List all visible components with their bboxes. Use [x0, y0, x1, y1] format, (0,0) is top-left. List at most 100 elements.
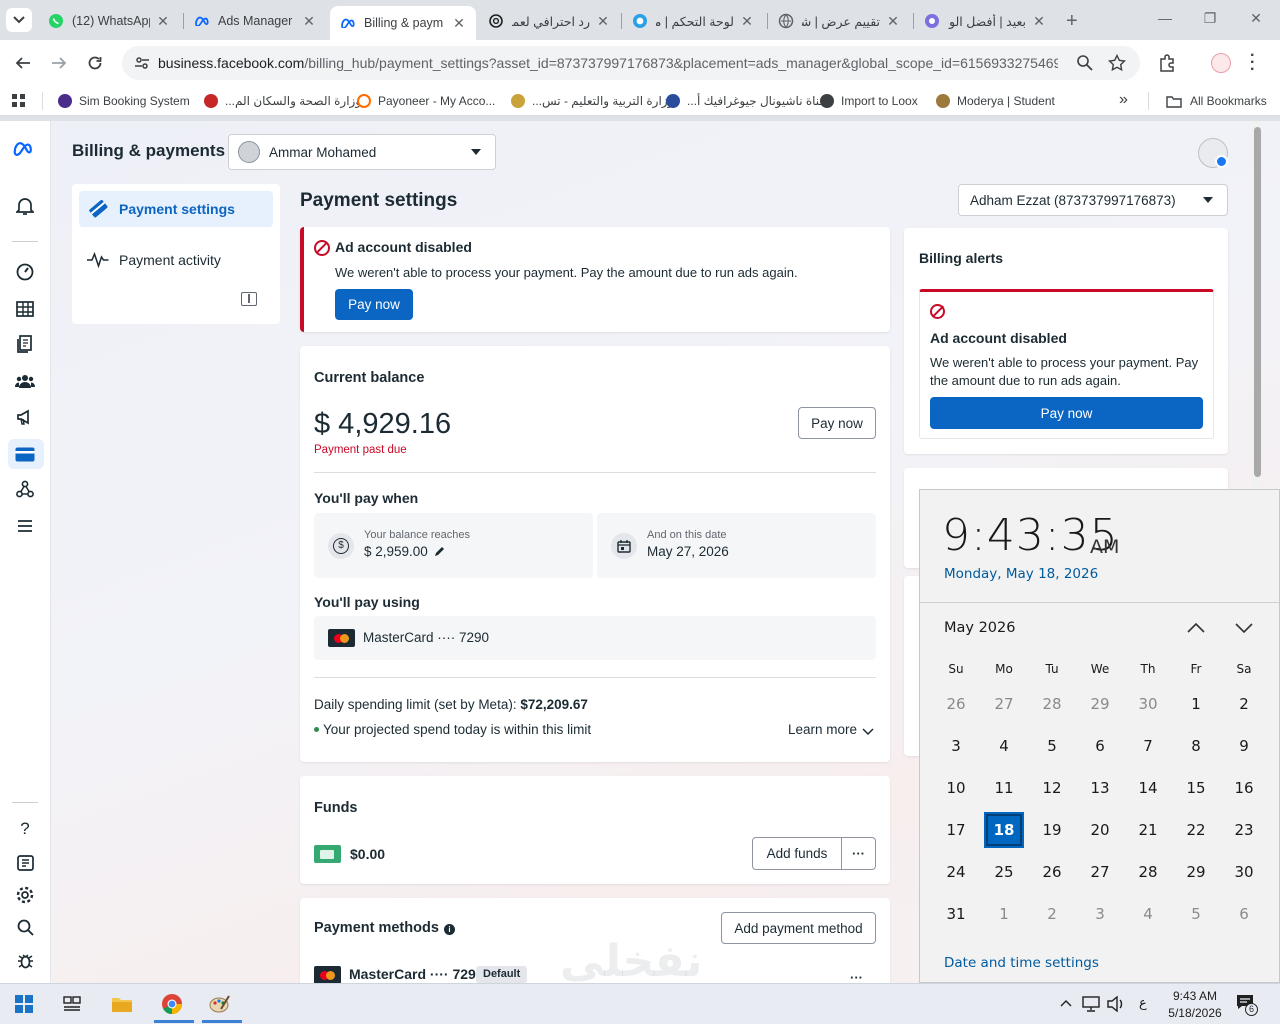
tab-jobs[interactable]: بعيد | أفضل الوظا ✕ [914, 6, 1056, 36]
calendar-day[interactable]: 20 [1080, 812, 1120, 848]
close-icon[interactable]: ✕ [886, 13, 900, 30]
calendar-day[interactable]: 29 [1176, 854, 1216, 890]
calendar-day[interactable]: 5 [1032, 728, 1072, 764]
calendar-day[interactable]: 2 [1032, 896, 1072, 932]
calendar-day[interactable]: 23 [1224, 812, 1264, 848]
minimize-button[interactable]: — [1155, 10, 1175, 26]
billing-card-icon[interactable] [14, 443, 36, 465]
calendar-day[interactable]: 9 [1224, 728, 1264, 764]
taskbar-clock[interactable]: 9:43 AM 5/18/2026 [1167, 988, 1223, 1022]
calendar-day[interactable]: 6 [1080, 728, 1120, 764]
balance-pay-now-button[interactable]: Pay now [798, 407, 876, 439]
learn-more-link[interactable]: Learn more [788, 722, 857, 737]
calendar-day[interactable]: 13 [1080, 770, 1120, 806]
settings-gear-icon[interactable] [14, 884, 36, 906]
chevron-down-icon[interactable] [862, 728, 874, 736]
calendar-day[interactable]: 8 [1176, 728, 1216, 764]
add-funds-button[interactable]: Add funds [753, 838, 842, 869]
calendar-day[interactable]: 24 [936, 854, 976, 890]
scrollbar-thumb[interactable] [1254, 127, 1261, 477]
volume-icon[interactable] [1107, 996, 1125, 1012]
calendar-day[interactable]: 28 [1032, 686, 1072, 722]
calendar-day[interactable]: 15 [1176, 770, 1216, 806]
funds-more-button[interactable]: ··· [842, 838, 875, 869]
apps-grid-icon[interactable] [12, 94, 26, 108]
audience-people-icon[interactable] [14, 370, 36, 392]
calendar-day[interactable]: 10 [936, 770, 976, 806]
calendar-day[interactable]: 30 [1128, 686, 1168, 722]
tab-search-button[interactable] [6, 8, 32, 32]
dashboard-gauge-icon[interactable] [14, 261, 36, 283]
business-account-selector[interactable]: Ammar Mohamed [228, 134, 496, 170]
start-button[interactable] [6, 988, 42, 1020]
clock-date-link[interactable]: Monday, May 18, 2026 [944, 566, 1098, 582]
method-more-button[interactable]: ··· [850, 970, 863, 983]
bookmark-item[interactable]: Payoneer - My Acco... [357, 92, 495, 110]
notifications-icon[interactable] [14, 195, 36, 217]
calendar-day[interactable]: 7 [1128, 728, 1168, 764]
tab-chatgpt[interactable]: رد احترافي لعميل ✕ [478, 6, 620, 36]
calendar-day[interactable]: 2 [1224, 686, 1264, 722]
paint-taskbar-button[interactable] [202, 988, 242, 1023]
calendar-day[interactable]: 17 [936, 812, 976, 848]
profile-button[interactable] [1211, 53, 1231, 73]
report-bug-icon[interactable] [14, 949, 36, 971]
chevron-up-icon[interactable] [1187, 620, 1205, 636]
zoom-icon[interactable] [1076, 54, 1094, 72]
notifications-button[interactable]: 6 [1236, 994, 1260, 1016]
billing-alert-pay-now-button[interactable]: Pay now [930, 397, 1203, 429]
calendar-day[interactable]: 26 [1032, 854, 1072, 890]
close-icon[interactable]: ✕ [302, 13, 316, 30]
calendar-day[interactable]: 1 [1176, 686, 1216, 722]
ad-account-selector[interactable]: Adham Ezzat (873737997176873) [958, 184, 1228, 216]
reload-button[interactable] [84, 52, 106, 74]
calendar-day[interactable]: 21 [1128, 812, 1168, 848]
add-payment-method-button[interactable]: Add payment method [721, 912, 876, 944]
bookmark-item[interactable]: Moderya | Student [936, 92, 1055, 110]
close-icon[interactable]: ✕ [1032, 13, 1046, 30]
tab-ads-manager[interactable]: Ads Manager ✕ [184, 6, 326, 36]
documents-icon[interactable] [14, 333, 36, 355]
close-icon[interactable]: ✕ [156, 13, 170, 30]
close-icon[interactable]: ✕ [452, 15, 466, 32]
tab-billing-active[interactable]: Billing & paym ✕ [330, 6, 476, 40]
tab-shaqar[interactable]: تقييم عرض | شقر ✕ [768, 6, 910, 36]
forward-button[interactable] [48, 52, 70, 74]
calendar-day[interactable]: 26 [936, 686, 976, 722]
address-bar[interactable]: business.facebook.com/billing_hub/paymen… [122, 46, 1140, 80]
bookmark-item[interactable]: Import to Loox [820, 92, 918, 110]
close-icon[interactable]: ✕ [596, 13, 610, 30]
all-bookmarks-button[interactable]: All Bookmarks [1166, 92, 1267, 110]
bookmark-item[interactable]: وزارة الصحة والسكان الم... [204, 92, 361, 110]
calendar-day[interactable]: 27 [1080, 854, 1120, 890]
bookmark-item[interactable]: قناة ناشيونال جيوغرافيك أ... [666, 92, 825, 110]
all-tools-menu-icon[interactable] [14, 515, 36, 537]
new-tab-button[interactable]: + [1066, 10, 1078, 33]
chevron-down-icon[interactable] [1235, 620, 1253, 636]
tab-mostaql[interactable]: لوحة التحكم | مستقل ✕ [622, 6, 764, 36]
restore-button[interactable]: ❐ [1200, 10, 1220, 27]
chrome-taskbar-button[interactable] [154, 988, 194, 1023]
calendar-day[interactable]: 28 [1128, 854, 1168, 890]
bookmark-star-icon[interactable] [1108, 54, 1126, 72]
calendar-day[interactable]: 11 [984, 770, 1024, 806]
chevron-up-icon[interactable] [1060, 999, 1072, 1007]
calendar-day[interactable]: 31 [936, 896, 976, 932]
calendar-day[interactable]: 12 [1032, 770, 1072, 806]
calendar-day[interactable]: 3 [936, 728, 976, 764]
close-icon[interactable]: ✕ [740, 13, 754, 30]
collapse-sidebar-icon[interactable] [241, 292, 257, 306]
calendar-day[interactable]: 14 [1128, 770, 1168, 806]
menu-icon[interactable]: · · · [1250, 48, 1255, 78]
nav-payment-activity[interactable]: Payment activity [79, 242, 273, 278]
bookmark-item[interactable]: Sim Booking System [58, 92, 190, 110]
nav-payment-settings[interactable]: Payment settings [79, 191, 273, 227]
calendar-day[interactable]: 5 [1176, 896, 1216, 932]
calendar-day[interactable]: 27 [984, 686, 1024, 722]
more-bookmarks-icon[interactable]: » [1119, 91, 1128, 109]
ads-megaphone-icon[interactable] [14, 406, 36, 428]
business-pages-icon[interactable] [14, 852, 36, 874]
network-icon[interactable] [1082, 996, 1100, 1012]
calendar-day[interactable]: 4 [1128, 896, 1168, 932]
calendar-day[interactable]: 25 [984, 854, 1024, 890]
